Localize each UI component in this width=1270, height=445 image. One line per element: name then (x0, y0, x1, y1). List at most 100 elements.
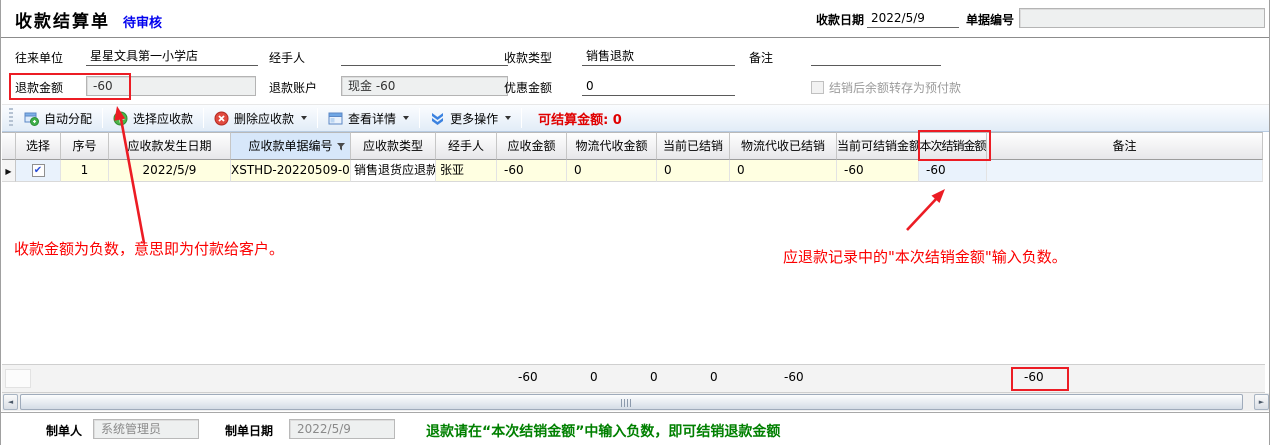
view-detail-label: 查看详情 (348, 110, 396, 127)
discount-field[interactable]: 0 (582, 77, 735, 96)
grid-totals-row: -60 0 0 0 -60 -60 (2, 364, 1265, 393)
row-settled-cell: 0 (657, 160, 730, 182)
col-logistics-settled[interactable]: 物流代收已结销 (730, 132, 837, 160)
total-logistics-settled: 0 (710, 370, 746, 384)
creator-field: 系统管理员 (93, 419, 199, 439)
filter-funnel-icon[interactable] (336, 142, 346, 152)
total-settleable: -60 (784, 370, 820, 384)
arrow-to-this-settle-cell (907, 189, 945, 230)
row-select-cell[interactable]: ✔ (16, 160, 61, 182)
remark-label: 备注 (749, 49, 773, 67)
toolbar-separator (521, 108, 522, 128)
col-remark[interactable]: 备注 (987, 132, 1263, 160)
col-handler[interactable]: 经手人 (436, 132, 497, 160)
transfer-prepay-label: 结销后余额转存为预付款 (829, 79, 961, 96)
row-type-cell: 销售退货应退款 (351, 160, 436, 182)
auto-assign-label: 自动分配 (44, 110, 92, 127)
row-doc-no-cell: XSTHD-20220509-0001 (231, 160, 351, 182)
scrollbar-grip (621, 399, 631, 407)
create-date-field: 2022/5/9 (289, 419, 395, 439)
scroll-right-button[interactable]: ► (1254, 394, 1269, 410)
create-date-label: 制单日期 (225, 422, 273, 439)
col-logistics-amount[interactable]: 物流代收金额 (567, 132, 657, 160)
select-receivable-label: 选择应收款 (133, 110, 193, 127)
horizontal-scrollbar: ◄ ► (2, 393, 1270, 411)
refund-account-label: 退款账户 (269, 79, 317, 97)
detail-icon (328, 111, 343, 126)
annotation-right-text: 应退款记录中的"本次结销金额"输入负数。 (783, 246, 1067, 267)
checkbox-icon (811, 81, 824, 94)
col-settleable[interactable]: 当前可结销金额 (837, 132, 919, 160)
partner-label: 往来单位 (15, 49, 63, 67)
add-icon (113, 111, 128, 126)
row-remark-cell (987, 160, 1263, 182)
row-settleable-cell: -60 (837, 160, 919, 182)
creator-label: 制单人 (46, 422, 82, 439)
scrollbar-thumb[interactable] (20, 394, 1243, 410)
handler-field[interactable] (341, 47, 508, 66)
transfer-prepay-checkbox: 结销后余额转存为预付款 (811, 79, 961, 96)
total-logistics-amount: 0 (590, 370, 626, 384)
row-date-cell: 2022/5/9 (109, 160, 231, 182)
settleable-amount-text: 可结算金额: 0 (538, 109, 622, 128)
discount-label: 优惠金额 (504, 79, 552, 97)
row-stub-header (2, 132, 16, 160)
toolbar-separator (102, 108, 103, 128)
title-bar: 收款结算单 待审核 收款日期 2022/5/9 单据编号 (1, 0, 1269, 38)
totals-stub (5, 369, 31, 388)
delete-icon (214, 111, 229, 126)
chevron-down-icon (403, 116, 409, 120)
row-logistics-amount-cell: 0 (567, 160, 657, 182)
col-this-settle[interactable]: 本次结销金额 (919, 132, 987, 160)
row-amount-cell: -60 (497, 160, 567, 182)
double-chevron-down-icon (430, 111, 445, 125)
auto-assign-button[interactable]: 自动分配 (16, 107, 100, 130)
select-receivable-button[interactable]: 选择应收款 (105, 107, 201, 130)
handler-label: 经手人 (269, 49, 305, 67)
toolbar-grip (9, 108, 13, 128)
col-receivable-doc-no[interactable]: 应收款单据编号 (231, 132, 351, 160)
partner-field[interactable]: 星星文具第一小学店 (86, 47, 258, 66)
col-receivable-doc-no-label: 应收款单据编号 (248, 139, 332, 153)
grid-header: 选择 序号 应收款发生日期 应收款单据编号 应收款类型 经手人 应收金额 物流代… (2, 132, 1263, 160)
toolbar-separator (419, 108, 420, 128)
col-receivable-type[interactable]: 应收款类型 (351, 132, 436, 160)
scroll-left-button[interactable]: ◄ (3, 394, 18, 410)
refund-hint-text: 退款请在“本次结销金额”中输入负数，即可结销退款金额 (426, 421, 780, 441)
col-receivable-date[interactable]: 应收款发生日期 (109, 132, 231, 160)
refund-account-field[interactable]: 现金 -60 (341, 76, 508, 96)
auto-assign-icon (24, 111, 39, 126)
col-amount[interactable]: 应收金额 (497, 132, 567, 160)
row-this-settle-cell[interactable]: -60 (919, 160, 987, 182)
row-logistics-settled-cell: 0 (730, 160, 837, 182)
receipt-type-field[interactable]: 销售退款 (582, 47, 735, 66)
remark-field[interactable] (811, 47, 941, 66)
row-handler-cell: 张亚 (436, 160, 497, 182)
col-select[interactable]: 选择 (16, 132, 61, 160)
footer-bar: 制单人 系统管理员 制单日期 2022/5/9 退款请在“本次结销金额”中输入负… (1, 412, 1270, 445)
delete-receivable-label: 删除应收款 (234, 110, 294, 127)
current-row-arrow-icon: ▶ (5, 167, 11, 176)
refund-amount-field[interactable]: -60 (86, 76, 256, 96)
receipt-date-field[interactable]: 2022/5/9 (867, 8, 959, 28)
refund-amount-label: 退款金额 (15, 79, 63, 97)
receipt-type-label: 收款类型 (504, 49, 552, 67)
view-detail-button[interactable]: 查看详情 (320, 107, 417, 130)
page-title: 收款结算单 (15, 7, 110, 32)
row-checkbox-checked[interactable]: ✔ (32, 164, 45, 177)
annotation-left-text: 收款金额为负数，意思即为付款给客户。 (14, 238, 284, 259)
delete-receivable-button[interactable]: 删除应收款 (206, 107, 315, 130)
status-badge: 待审核 (123, 12, 162, 31)
doc-number-field (1019, 8, 1265, 28)
total-amount: -60 (518, 370, 554, 384)
col-seq[interactable]: 序号 (61, 132, 109, 160)
col-settled[interactable]: 当前已结销 (657, 132, 730, 160)
toolbar-separator (203, 108, 204, 128)
chevron-down-icon (505, 116, 511, 120)
table-row: ▶ ✔ 1 2022/5/9 XSTHD-20220509-0001 销售退货应… (2, 160, 1263, 182)
chevron-down-icon (301, 116, 307, 120)
total-settled: 0 (650, 370, 686, 384)
more-actions-button[interactable]: 更多操作 (422, 107, 519, 130)
receipt-settlement-window: 收款结算单 待审核 收款日期 2022/5/9 单据编号 往来单位 星星文具第一… (0, 0, 1270, 445)
toolbar-separator (317, 108, 318, 128)
